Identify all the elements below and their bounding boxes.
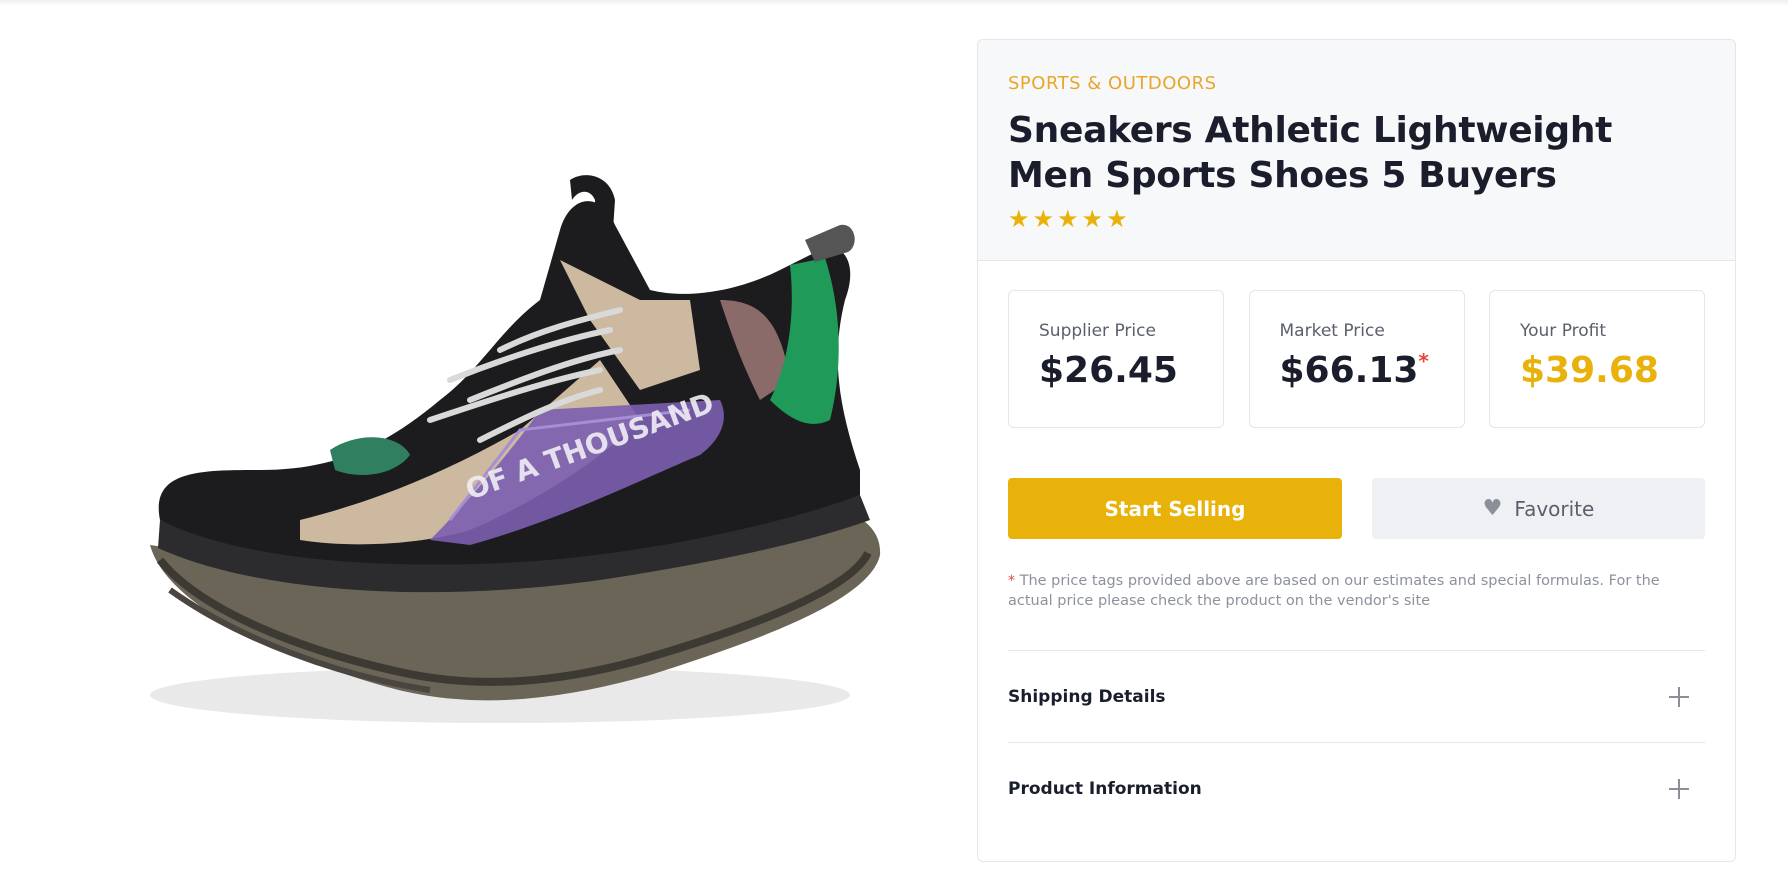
heart-icon: ♥ — [1482, 495, 1503, 521]
market-price-label: Market Price — [1279, 321, 1385, 341]
price-boxes: Supplier Price $26.45 Market Price $66.1… — [1008, 290, 1705, 428]
rating-stars: ★ ★ ★ ★ ★ — [1008, 206, 1705, 232]
action-buttons: Start Selling ♥ Favorite — [1008, 478, 1705, 539]
disclaimer-text: The price tags provided above are based … — [1008, 573, 1660, 609]
sneaker-image: OF A THOUSAND — [150, 175, 881, 723]
supplier-price-value: $26.45 — [1039, 350, 1178, 391]
plus-icon[interactable] — [1669, 778, 1689, 799]
product-body: Supplier Price $26.45 Market Price $66.1… — [978, 261, 1735, 834]
profit-label: Your Profit — [1520, 321, 1607, 341]
star-icon: ★ — [1008, 205, 1030, 233]
product-image: OF A THOUSAND — [0, 0, 960, 878]
accordion-shipping-details[interactable]: Shipping Details — [1008, 651, 1705, 743]
plus-icon[interactable] — [1669, 686, 1689, 707]
accordion-label: Product Information — [1008, 778, 1202, 799]
details-accordion: Shipping Details Product Information — [1008, 650, 1705, 834]
supplier-price-box: Supplier Price $26.45 — [1008, 290, 1224, 428]
start-selling-button[interactable]: Start Selling — [1008, 478, 1342, 539]
market-price-value: $66.13 — [1279, 350, 1419, 391]
accordion-label: Shipping Details — [1008, 686, 1166, 707]
accordion-product-information[interactable]: Product Information — [1008, 743, 1705, 834]
star-icon: ★ — [1032, 205, 1055, 233]
star-icon: ★ — [1057, 205, 1079, 233]
market-price-box: Market Price $66.13* — [1248, 290, 1465, 428]
star-icon: ★ — [1081, 205, 1104, 233]
profit-box: Your Profit $39.68 — [1489, 290, 1705, 428]
star-icon: ★ — [1106, 205, 1128, 233]
product-card: SPORTS & OUTDOORS Sneakers Athletic Ligh… — [977, 39, 1736, 862]
market-price-asterisk: * — [1418, 349, 1429, 373]
product-title: Sneakers Athletic Lightweight Men Sports… — [1008, 110, 1613, 196]
product-category[interactable]: SPORTS & OUTDOORS — [1008, 74, 1705, 94]
product-header: SPORTS & OUTDOORS Sneakers Athletic Ligh… — [978, 40, 1735, 261]
favorite-button[interactable]: ♥ Favorite — [1372, 478, 1705, 539]
profit-value: $39.68 — [1520, 350, 1659, 391]
supplier-price-label: Supplier Price — [1039, 321, 1156, 341]
favorite-label: Favorite — [1514, 496, 1595, 521]
price-disclaimer: * The price tags provided above are base… — [1008, 571, 1698, 611]
disclaimer-asterisk: * — [1008, 573, 1015, 589]
market-price-value-wrap: $66.13* — [1280, 351, 1464, 391]
